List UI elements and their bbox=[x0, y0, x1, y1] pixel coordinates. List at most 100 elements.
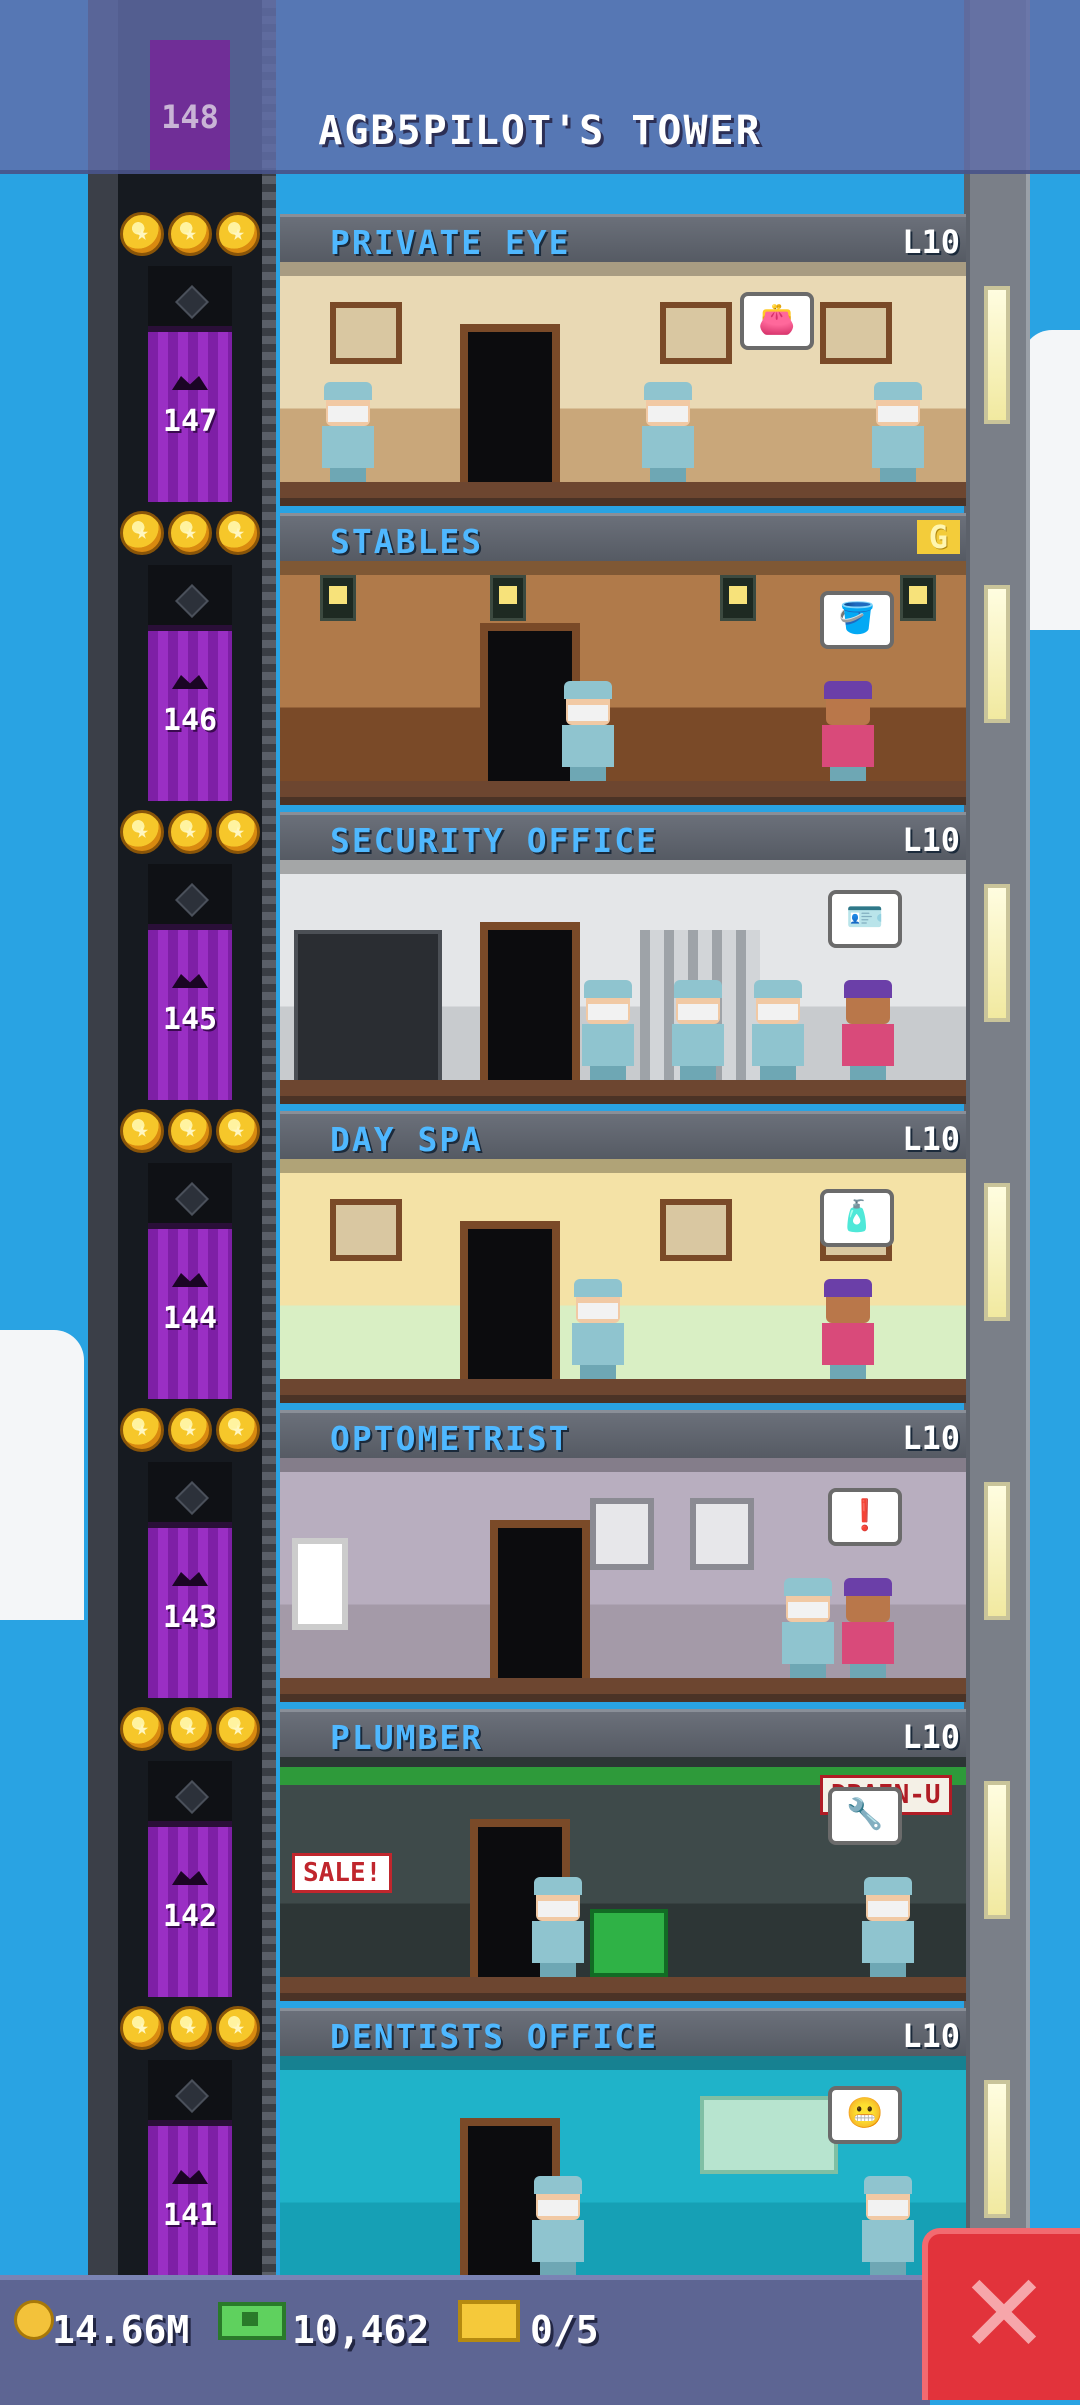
worker-character[interactable] bbox=[580, 980, 636, 1080]
bat-icon bbox=[172, 1871, 208, 1887]
room-label-bar[interactable]: PRIVATE EYE L10 bbox=[280, 214, 966, 267]
worker-character[interactable] bbox=[750, 980, 806, 1080]
request-bubble[interactable]: 😬 bbox=[828, 2086, 902, 2144]
lantern-icon bbox=[490, 575, 526, 621]
star-icon: ★ bbox=[120, 212, 164, 256]
room-interior[interactable]: 😬 bbox=[280, 2056, 966, 2300]
worker-character[interactable] bbox=[570, 1279, 626, 1379]
floor-147[interactable]: ★ ★ ★ 147 PRIVATE EYE L10 👛 bbox=[0, 206, 1080, 506]
room-label-bar[interactable]: DAY SPA L10 bbox=[280, 1111, 966, 1164]
star-icon: ★ bbox=[168, 212, 212, 256]
worker-character[interactable] bbox=[780, 1578, 836, 1678]
wall-picture bbox=[660, 1199, 732, 1261]
star-icon: ★ bbox=[168, 810, 212, 854]
room-level: L10 bbox=[902, 1120, 960, 1158]
worker-character[interactable] bbox=[560, 681, 616, 781]
room-floor bbox=[280, 1379, 966, 1395]
room-door bbox=[460, 324, 560, 482]
coin-icon bbox=[14, 2300, 54, 2340]
wall-light bbox=[984, 884, 1010, 1022]
visitor-character[interactable] bbox=[820, 1279, 876, 1379]
room-name: SECURITY OFFICE bbox=[330, 821, 659, 860]
worker-character[interactable] bbox=[860, 1877, 916, 1977]
visitor-character[interactable] bbox=[840, 1578, 896, 1678]
star-icon: ★ bbox=[216, 2006, 260, 2050]
room-door bbox=[460, 1221, 560, 1379]
worker-character[interactable] bbox=[530, 2176, 586, 2276]
worker-character[interactable] bbox=[320, 382, 376, 482]
visitor-character[interactable] bbox=[820, 681, 876, 781]
close-button[interactable]: ✕ bbox=[922, 2228, 1080, 2400]
room-ceiling bbox=[280, 860, 966, 874]
worker-character[interactable] bbox=[870, 382, 926, 482]
wall-picture bbox=[660, 302, 732, 364]
room-ceiling bbox=[280, 1458, 966, 1472]
floor-145[interactable]: ★ ★ ★ 145 SECURITY OFFICE L10 🪪 bbox=[0, 804, 1080, 1104]
floor-number: 147 bbox=[162, 404, 218, 439]
star-icon: ★ bbox=[216, 810, 260, 854]
lantern-icon bbox=[720, 575, 756, 621]
request-bubble[interactable]: 🪣 bbox=[820, 591, 894, 649]
worker-character[interactable] bbox=[530, 1877, 586, 1977]
room-ceiling bbox=[280, 262, 966, 276]
room-interior[interactable]: 🪪 bbox=[280, 860, 966, 1104]
room-level: L10 bbox=[902, 2017, 960, 2055]
star-icon: ★ bbox=[216, 1408, 260, 1452]
floor-144[interactable]: ★ ★ ★ 144 DAY SPA L10 🧴 bbox=[0, 1103, 1080, 1403]
visitor-character[interactable] bbox=[840, 980, 896, 1080]
floor-143[interactable]: ★ ★ ★ 143 OPTOMETRIST L10 ❗ bbox=[0, 1402, 1080, 1702]
tower-title: AGB5PILOT'S TOWER bbox=[318, 108, 762, 154]
room-label-bar[interactable]: STABLES G bbox=[280, 513, 966, 566]
room-interior[interactable]: SALE!DRAIN-U🔧 bbox=[280, 1757, 966, 2001]
bat-icon bbox=[172, 2170, 208, 2186]
bat-icon bbox=[172, 1273, 208, 1289]
request-bubble[interactable]: 🪪 bbox=[828, 890, 902, 948]
request-bubble[interactable]: ❗ bbox=[828, 1488, 902, 1546]
star-icon: ★ bbox=[168, 1408, 212, 1452]
room-level: L10 bbox=[902, 1419, 960, 1457]
floor-142[interactable]: ★★★142PLUMBERL10SALE!DRAIN-U🔧 bbox=[0, 1701, 1080, 2001]
room-label-bar[interactable]: SECURITY OFFICE L10 bbox=[280, 812, 966, 865]
room-name: STABLES bbox=[330, 522, 484, 561]
star-icon: ★ bbox=[216, 1109, 260, 1153]
floor-stars: ★ ★ ★ bbox=[120, 1408, 270, 1458]
star-icon: ★ bbox=[120, 1408, 164, 1452]
room-label-bar[interactable]: OPTOMETRIST L10 bbox=[280, 1410, 966, 1463]
star-icon: ★ bbox=[120, 810, 164, 854]
room-name: PRIVATE EYE bbox=[330, 223, 571, 262]
security-monitors bbox=[294, 930, 442, 1088]
lantern-icon bbox=[320, 575, 356, 621]
glasses-poster bbox=[590, 1498, 654, 1570]
floor-number: 145 bbox=[162, 1002, 218, 1037]
room-floor bbox=[280, 482, 966, 498]
request-bubble[interactable]: 🧴 bbox=[820, 1189, 894, 1247]
wall-picture bbox=[820, 302, 892, 364]
star-icon: ★ bbox=[168, 1109, 212, 1153]
bux-count: 10,462 bbox=[292, 2308, 430, 2352]
bat-icon bbox=[172, 376, 208, 392]
room-name: OPTOMETRIST bbox=[330, 1419, 571, 1458]
room-interior[interactable]: 🪣 bbox=[280, 561, 966, 805]
room-level: L10 bbox=[902, 1718, 960, 1756]
worker-character[interactable] bbox=[670, 980, 726, 1080]
cash-icon bbox=[218, 2302, 286, 2340]
floor-number: 142 bbox=[162, 1899, 218, 1934]
dental-cabinet bbox=[700, 2096, 838, 2174]
room-label-bar[interactable]: DENTISTS OFFICE L10 bbox=[280, 2008, 966, 2061]
star-icon: ★ bbox=[168, 2006, 212, 2050]
request-bubble[interactable]: 🔧 bbox=[828, 1787, 902, 1845]
room-label-bar[interactable]: PLUMBER L10 bbox=[280, 1709, 966, 1762]
eye-chart bbox=[292, 1538, 348, 1630]
request-bubble[interactable]: 👛 bbox=[740, 292, 814, 350]
floor-141[interactable]: ★ ★ ★ 141 DENTISTS OFFICE L10 😬 bbox=[0, 2000, 1080, 2300]
room-ceiling bbox=[280, 1159, 966, 1173]
room-interior[interactable]: 🧴 bbox=[280, 1159, 966, 1403]
room-interior[interactable]: ❗ bbox=[280, 1458, 966, 1702]
worker-character[interactable] bbox=[860, 2176, 916, 2276]
floor-146[interactable]: ★ ★ ★ 146 STABLES G 🪣 bbox=[0, 505, 1080, 805]
star-icon: ★ bbox=[120, 511, 164, 555]
room-interior[interactable]: 👛 bbox=[280, 262, 966, 506]
star-icon: ★ bbox=[216, 212, 260, 256]
tower-header: 148 AGB5PILOT'S TOWER bbox=[0, 0, 1080, 174]
worker-character[interactable] bbox=[640, 382, 696, 482]
